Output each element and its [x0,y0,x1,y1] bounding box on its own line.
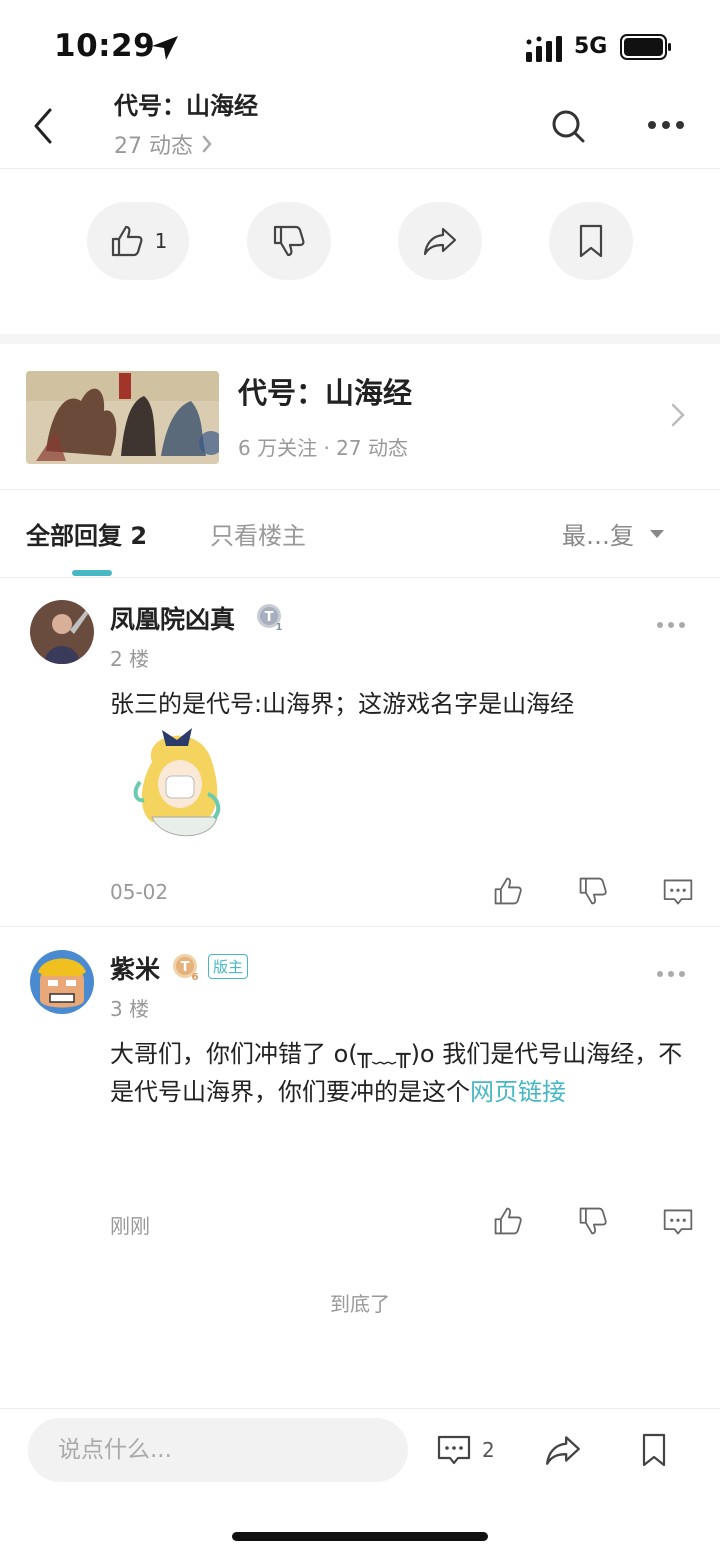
comment-more-icon[interactable] [656,969,686,979]
like-count: 1 [154,229,168,253]
back-arrow-icon[interactable] [28,106,58,146]
bookmark-icon [579,224,603,258]
thumbs-down-icon [273,225,305,257]
tab-all-replies[interactable]: 全部回复 2 [26,516,147,551]
chevron-right-icon [202,135,212,153]
thumbs-up-icon[interactable] [492,1205,524,1237]
avatar[interactable] [30,950,94,1014]
comments-button[interactable]: 2 [436,1432,495,1468]
thumbs-down-icon[interactable] [577,1205,609,1237]
thumbs-up-icon[interactable] [492,875,524,907]
section-divider [0,334,720,344]
comment-username[interactable]: 紫米 [110,950,160,986]
thumbs-up-icon [111,225,143,257]
battery-icon [620,34,671,60]
like-button[interactable]: 1 [87,202,189,280]
svg-text:T: T [181,960,190,975]
web-link[interactable]: 网页链接 [470,1078,566,1106]
header-subtitle-text: 27 动态 [114,134,193,159]
card-divider [0,489,720,490]
tabs-divider [0,577,720,578]
comment-text: 大哥们，你们冲错了 o(╥﹏╥)o 我们是代号山海经，不是代号山海界，你们要冲的… [110,1040,683,1106]
avatar[interactable] [30,600,94,664]
tab-author-only[interactable]: 只看楼主 [210,516,306,551]
svg-text:T: T [265,610,274,625]
header-subtitle[interactable]: 27 动态 [114,128,213,160]
comment-text-block: 大哥们，你们冲错了 o(╥﹏╥)o 我们是代号山海经，不是代号山海界，你们要冲的… [110,1035,695,1111]
network-type: 5G [574,34,608,59]
reply-comment-icon[interactable] [662,876,694,908]
home-indicator[interactable] [232,1532,488,1541]
comment-more-icon[interactable] [656,620,686,630]
bookmark-icon[interactable] [638,1431,670,1469]
active-tab-indicator [72,570,112,576]
comment-floor: 2 楼 [110,647,150,671]
header-divider [0,168,720,169]
level-badge-icon: T 1 [257,604,283,631]
search-icon[interactable] [548,106,588,146]
comment-bubble-icon [437,1435,471,1465]
status-time: 10:29 [54,28,156,64]
level-badge-icon: T 6 [173,954,199,981]
comment-divider [0,926,720,927]
moderator-badge: 版主 [208,954,249,979]
comment-input[interactable] [28,1418,408,1482]
cellular-signal-icon [526,36,562,62]
header-title: 代号：山海经 [114,92,258,120]
thumbs-down-icon[interactable] [577,875,609,907]
svg-text:6: 6 [192,972,199,981]
end-of-list-label: 到底了 [330,1292,390,1316]
bottom-bar-divider [0,1408,720,1409]
sort-label: 最…复 [562,522,634,550]
dislike-button[interactable] [247,202,331,280]
location-arrow-icon [152,36,178,60]
share-button[interactable] [398,202,482,280]
forum-stats: 6 万关注 · 27 动态 [238,436,408,460]
share-arrow-icon [423,227,457,256]
sticker-image [133,728,221,837]
comment-count: 2 [482,1438,495,1462]
comment-text: 张三的是代号:山海界；这游戏名字是山海经 [110,690,575,718]
reply-comment-icon[interactable] [662,1206,694,1238]
comment-time: 05-02 [110,880,169,904]
more-options-icon[interactable] [646,114,686,136]
comment-floor: 3 楼 [110,997,150,1021]
comment-input-container[interactable] [28,1418,408,1482]
comment-time: 刚刚 [110,1214,150,1238]
chevron-right-icon [671,403,685,427]
sort-dropdown[interactable]: 最…复 [562,516,666,551]
caret-down-icon [650,529,664,538]
comment-username[interactable]: 凤凰院凶真 [110,600,235,636]
forum-title: 代号：山海经 [238,376,413,410]
share-arrow-icon[interactable] [543,1431,583,1469]
forum-thumbnail [26,371,219,464]
bookmark-button[interactable] [549,202,633,280]
svg-text:1: 1 [276,622,283,631]
